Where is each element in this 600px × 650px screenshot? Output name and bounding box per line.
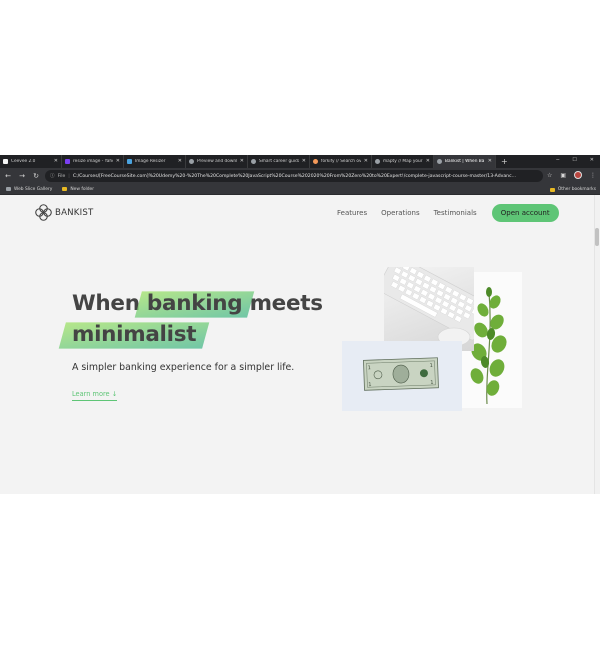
tab-favicon-icon xyxy=(189,159,194,164)
new-tab-button[interactable]: + xyxy=(501,157,508,166)
keyboard-photo xyxy=(384,267,474,351)
close-tab-icon[interactable]: ✕ xyxy=(364,158,368,164)
nav-link-features[interactable]: Features xyxy=(337,209,367,217)
browser-tab-active[interactable]: Bankist | When Ba ✕ xyxy=(434,155,496,168)
scrollbar[interactable] xyxy=(594,195,600,494)
tab-favicon-icon xyxy=(3,159,8,164)
hero-title-word: meets xyxy=(249,291,323,316)
info-icon[interactable]: ⓘ xyxy=(50,173,55,179)
close-tab-icon[interactable]: ✕ xyxy=(116,158,120,164)
browser-tab-bar: Ceevee 2.0 ✕ resize image - Yahoo ✕ Image … xyxy=(0,155,600,168)
learn-more-link[interactable]: Learn more ↓ xyxy=(72,390,118,401)
bookmark-label: Web Slice Gallery xyxy=(14,186,53,192)
highlight-text: minimalist xyxy=(72,322,197,347)
screenshot-window: Ceevee 2.0 ✕ resize image - Yahoo ✕ Image … xyxy=(0,155,600,494)
extensions-puzzle-icon[interactable]: ▣ xyxy=(560,172,566,179)
forward-arrow-icon[interactable]: → xyxy=(16,172,28,180)
browser-tab[interactable]: Smart career guidance✕ xyxy=(248,155,310,168)
tab-label: Image Resizer xyxy=(135,159,166,164)
svg-text:1: 1 xyxy=(430,363,433,369)
browser-toolbar: ← → ↻ ⓘ File | C:/Courses/[FreeCourseSit… xyxy=(0,168,600,184)
page-viewport: BANKIST Features Operations Testimonials… xyxy=(0,195,600,494)
hero-subtitle: A simpler banking experience for a simpl… xyxy=(72,362,295,373)
bookmark-web-slice-gallery[interactable]: Web Slice Gallery xyxy=(6,187,52,192)
tab-label: Ceevee 2.0 xyxy=(11,159,36,164)
dollar-bill-icon: 1 1 1 1 xyxy=(363,357,439,391)
keyboard-mouse-icon xyxy=(384,267,474,347)
browser-tab[interactable]: forkify // Search over✕ xyxy=(310,155,372,168)
menu-kebab-icon[interactable]: ⋮ xyxy=(590,172,596,179)
address-bar[interactable]: ⓘ File | C:/Courses/[FreeCourseSite.com]… xyxy=(45,170,543,182)
bankist-logo[interactable]: BANKIST xyxy=(35,204,93,221)
bookmark-label: New folder xyxy=(70,186,95,192)
nav-link-testimonials[interactable]: Testimonials xyxy=(434,209,477,217)
bookmarks-bar: Web Slice Gallery New folder Other bookm… xyxy=(0,184,600,195)
maximize-icon[interactable]: ☐ xyxy=(572,157,576,163)
browser-tab[interactable]: Image Resizer ✕ xyxy=(124,155,186,168)
tab-label: resize image - Yahoo xyxy=(73,159,113,164)
svg-text:1: 1 xyxy=(368,365,371,371)
main-nav: Features Operations Testimonials Open ac… xyxy=(337,204,559,222)
scheme-label: File xyxy=(57,173,66,179)
tab-favicon-icon xyxy=(251,159,256,164)
hero-illustration: 1 1 1 1 xyxy=(342,267,522,411)
tab-favicon-icon xyxy=(437,159,442,164)
logo-text: BANKIST xyxy=(55,207,94,218)
svg-text:1: 1 xyxy=(368,382,371,388)
folder-icon xyxy=(62,187,68,191)
tab-label: mapty // Map your xyxy=(383,159,423,164)
hero-title: When banking meets minimalist xyxy=(58,288,323,350)
close-tab-icon[interactable]: ✕ xyxy=(426,158,430,164)
bookmark-star-icon[interactable]: ☆ xyxy=(547,172,552,179)
profile-avatar[interactable] xyxy=(574,171,582,179)
tab-favicon-icon xyxy=(127,159,132,164)
highlight-minimalist: minimalist xyxy=(58,319,210,350)
folder-icon xyxy=(549,187,555,192)
tab-label: forkify // Search over xyxy=(321,159,361,164)
scrollbar-thumb[interactable] xyxy=(595,228,599,246)
open-account-button[interactable]: Open account xyxy=(491,204,559,222)
hero-title-word: When xyxy=(72,291,140,316)
close-tab-icon[interactable]: ✕ xyxy=(54,158,58,164)
tab-label: Preview and download xyxy=(197,159,237,164)
close-tab-icon[interactable]: ✕ xyxy=(240,158,244,164)
other-bookmarks-label: Other bookmarks xyxy=(557,187,596,192)
close-window-icon[interactable]: ✕ xyxy=(590,157,594,163)
tab-favicon-icon xyxy=(375,159,380,164)
highlight-text: banking xyxy=(146,291,243,316)
close-tab-icon[interactable]: ✕ xyxy=(488,158,492,164)
tab-label: Bankist | When Ba xyxy=(445,159,485,164)
scheme-separator: | xyxy=(68,173,70,179)
web-slice-icon xyxy=(6,187,11,191)
tab-label: Smart career guidance xyxy=(259,159,299,164)
tab-favicon-icon xyxy=(65,159,70,164)
window-controls: ─ ☐ ✕ xyxy=(556,157,594,163)
reload-icon[interactable]: ↻ xyxy=(30,172,42,180)
back-arrow-icon[interactable]: ← xyxy=(2,172,14,180)
toolbar-right-controls: ☆ ▣ ⋮ xyxy=(547,171,596,179)
other-bookmarks[interactable]: Other bookmarks xyxy=(549,187,596,192)
address-url: C:/Courses/[FreeCourseSite.com]%20Udemy%… xyxy=(72,173,517,179)
highlight-banking: banking xyxy=(134,288,255,319)
bookmark-new-folder[interactable]: New folder xyxy=(62,187,94,192)
browser-tab[interactable]: Preview and download✕ xyxy=(186,155,248,168)
browser-tab[interactable]: mapty // Map your ✕ xyxy=(372,155,434,168)
minimize-icon[interactable]: ─ xyxy=(556,157,559,163)
browser-tab[interactable]: resize image - Yahoo ✕ xyxy=(62,155,124,168)
svg-text:1: 1 xyxy=(430,380,433,386)
dollar-bill-photo: 1 1 1 1 xyxy=(342,341,462,411)
close-tab-icon[interactable]: ✕ xyxy=(302,158,306,164)
close-tab-icon[interactable]: ✕ xyxy=(178,158,182,164)
nav-link-operations[interactable]: Operations xyxy=(381,209,419,217)
browser-tab[interactable]: Ceevee 2.0 ✕ xyxy=(0,155,62,168)
bankist-logo-icon xyxy=(35,204,52,221)
tab-favicon-icon xyxy=(313,159,318,164)
